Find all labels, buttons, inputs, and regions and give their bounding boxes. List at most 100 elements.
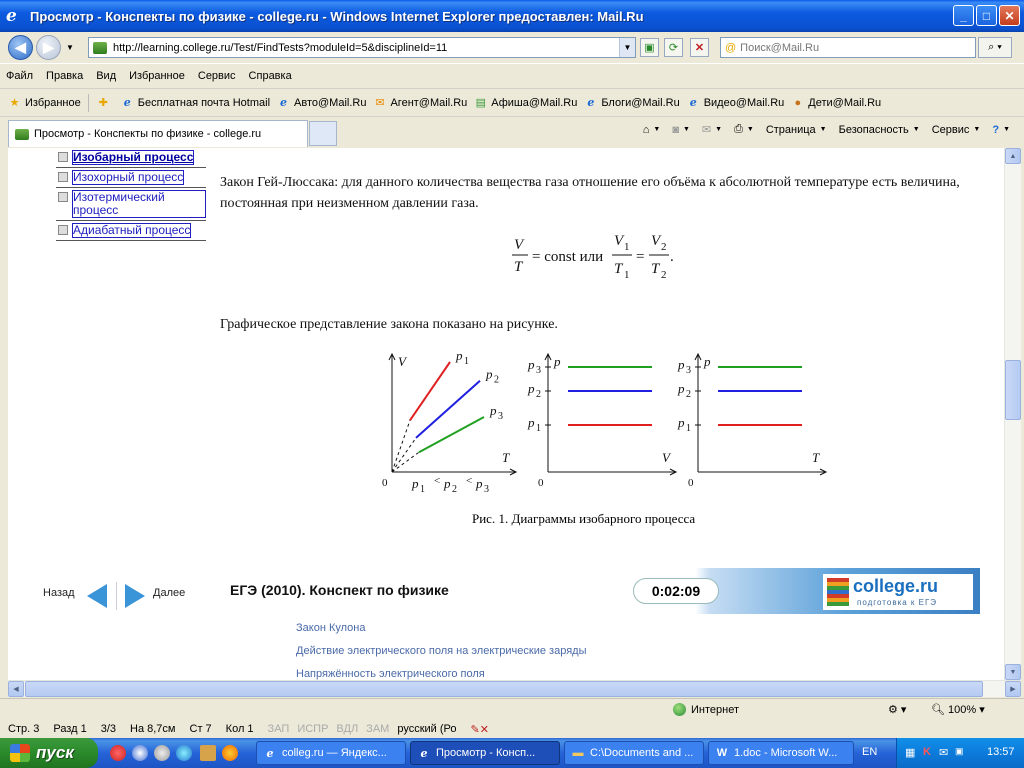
forward-nav-button[interactable]: ▶	[36, 35, 61, 60]
mailru-logo-icon: @	[725, 41, 737, 54]
nav-isothermal[interactable]: Изотермический процесс	[56, 188, 206, 221]
menu-favorites[interactable]: Избранное	[129, 70, 185, 82]
compatibility-icon[interactable]: ▣	[640, 38, 659, 57]
scroll-thumb[interactable]	[1005, 360, 1021, 420]
help-button[interactable]: ? ▼	[992, 124, 1010, 136]
search-input[interactable]: @ Поиск@Mail.Ru	[720, 37, 976, 58]
quicklaunch-media-icon[interactable]	[132, 745, 148, 761]
mail-button[interactable]: ✉ ▼	[702, 123, 722, 136]
system-tray: ▦ K ✉ ▣ 13:57	[896, 738, 1024, 768]
fav-link-video[interactable]: e Видео@Mail.Ru	[687, 96, 785, 109]
arrow-left-icon[interactable]	[87, 584, 107, 608]
language-indicator[interactable]: EN	[862, 746, 877, 758]
scroll-up-icon[interactable]: ▲	[1005, 148, 1021, 164]
task-yandex[interactable]: e colleg.ru — Яндекс...	[256, 741, 406, 765]
menu-help[interactable]: Справка	[249, 70, 292, 82]
quicklaunch-opera-icon[interactable]	[110, 745, 126, 761]
new-tab-button[interactable]	[309, 121, 337, 146]
quicklaunch-firefox-icon[interactable]	[222, 745, 238, 761]
arrow-left-icon: ◀	[15, 39, 26, 55]
address-dropdown-icon[interactable]: ▼	[619, 38, 635, 57]
mail-tray-icon[interactable]: ✉	[939, 746, 948, 759]
spelling-icon[interactable]: ✎✕	[471, 723, 489, 736]
chart2-y-label: p	[553, 354, 561, 369]
svg-text:T: T	[651, 261, 661, 277]
fav-link-blogs[interactable]: e Блоги@Mail.Ru	[584, 96, 679, 109]
task-ie-current[interactable]: e Просмотр - Консп...	[410, 741, 560, 765]
back-link[interactable]: Назад	[43, 587, 75, 599]
hscroll-thumb[interactable]	[25, 681, 983, 697]
tab-row: Просмотр - Конспекты по физике - college…	[0, 116, 1024, 147]
menu-file[interactable]: Файл	[6, 70, 33, 82]
menu-tools[interactable]: Сервис	[198, 70, 236, 82]
fav-link-afisha[interactable]: ▤ Афиша@Mail.Ru	[474, 96, 578, 110]
zoom-control[interactable]: 🔍︎ 100% ▾	[931, 703, 985, 716]
nav-adiabatic[interactable]: Адиабатный процесс	[56, 221, 206, 241]
nav-isobaric[interactable]: Изобарный процесс	[56, 148, 206, 168]
home-button[interactable]: ⌂ ▼	[643, 124, 661, 136]
task-explorer[interactable]: ▬ C:\Documents and ...	[564, 741, 704, 765]
scroll-left-icon[interactable]: ◀	[8, 681, 24, 697]
next-link[interactable]: Далее	[153, 587, 185, 599]
bear-icon: ●	[794, 96, 802, 109]
menu-view[interactable]: Вид	[96, 70, 116, 82]
print-button[interactable]: ⎙ ▼	[734, 123, 754, 136]
chart3-tick-label-p2: p	[677, 381, 685, 396]
horizontal-scrollbar[interactable]: ◀ ▶	[8, 680, 1021, 697]
xear-icon[interactable]: ▣	[955, 746, 964, 757]
network-icon[interactable]: ▦	[905, 746, 915, 759]
menu-edit[interactable]: Правка	[46, 70, 83, 82]
fav-link-hotmail[interactable]: e Бесплатная почта Hotmail	[121, 96, 270, 109]
fav-link-label: Бесплатная почта Hotmail	[137, 96, 271, 109]
chart1-condition-p1: p	[411, 476, 419, 491]
fav-link-label: Афиша@Mail.Ru	[491, 96, 578, 109]
topic-link[interactable]: Действие электрического поля на электрич…	[296, 645, 586, 668]
stop-icon[interactable]: ✕	[690, 38, 709, 57]
quicklaunch-desktop-icon[interactable]	[154, 745, 170, 761]
nav-isochoric[interactable]: Изохорный процесс	[56, 168, 206, 188]
tab-title: Просмотр - Конспекты по физике - college…	[34, 128, 262, 140]
quicklaunch-ie-icon[interactable]	[176, 745, 192, 761]
word-flag-trk[interactable]: ИСПР	[297, 723, 328, 735]
feeds-button[interactable]: ◙ ▼	[672, 124, 690, 136]
word-flag-ovr[interactable]: ЗАМ	[366, 723, 389, 735]
svg-text:.: .	[670, 249, 674, 265]
maximize-button[interactable]: □	[976, 5, 997, 26]
scroll-down-icon[interactable]: ▼	[1005, 664, 1021, 680]
close-button[interactable]: ✕	[999, 5, 1020, 26]
task-label: colleg.ru — Яндекс...	[282, 747, 387, 759]
word-flag-rec[interactable]: ЗАП	[268, 723, 290, 735]
window-title-bar[interactable]: e Просмотр - Конспекты по физике - colle…	[0, 0, 1024, 32]
safety-menu[interactable]: Безопасность ▼	[839, 124, 920, 136]
quicklaunch-folder-icon[interactable]	[200, 745, 216, 761]
antivirus-icon[interactable]: K	[923, 746, 931, 758]
word-flag-ext[interactable]: ВДЛ	[336, 723, 358, 735]
start-button[interactable]: пуск	[0, 738, 98, 768]
page-menu[interactable]: Страница ▼	[766, 124, 827, 136]
topic-link[interactable]: Закон Кулона	[296, 622, 586, 645]
fav-link-auto[interactable]: e Авто@Mail.Ru	[277, 96, 366, 109]
search-button[interactable]: ⌕ ▾	[978, 37, 1012, 58]
address-input[interactable]: http://learning.college.ru/Test/FindTest…	[88, 37, 636, 58]
task-word[interactable]: W 1.doc - Microsoft W...	[708, 741, 854, 765]
rss-icon: ◙	[672, 123, 679, 136]
back-nav-button[interactable]: ◀	[8, 35, 33, 60]
fav-link-agent[interactable]: ✉ Агент@Mail.Ru	[373, 96, 467, 110]
minimize-button[interactable]: _	[953, 5, 974, 26]
window-title: Просмотр - Конспекты по физике - college…	[30, 8, 644, 24]
favorites-button[interactable]: ★ Избранное	[8, 96, 81, 110]
fav-link-kids[interactable]: ● Дети@Mail.Ru	[791, 96, 881, 109]
mail-icon: ✉	[701, 124, 712, 136]
arrow-right-icon[interactable]	[125, 584, 145, 608]
scroll-right-icon[interactable]: ▶	[1005, 681, 1021, 697]
refresh-icon[interactable]: ⟳	[664, 38, 683, 57]
topic-link[interactable]: Напряжённость электрического поля	[296, 668, 586, 680]
security-zone[interactable]: Интернет	[673, 703, 739, 716]
svg-text:1: 1	[624, 269, 630, 281]
protected-mode-icon[interactable]: ⚙ ▾	[888, 703, 906, 716]
vertical-scrollbar[interactable]: ▲ ▼	[1004, 148, 1021, 680]
tools-menu[interactable]: Сервис ▼	[932, 124, 981, 136]
add-favorite-button[interactable]: ✚	[97, 96, 114, 109]
tab-current[interactable]: Просмотр - Конспекты по физике - college…	[8, 120, 308, 147]
history-dropdown-icon[interactable]: ▼	[66, 43, 74, 52]
